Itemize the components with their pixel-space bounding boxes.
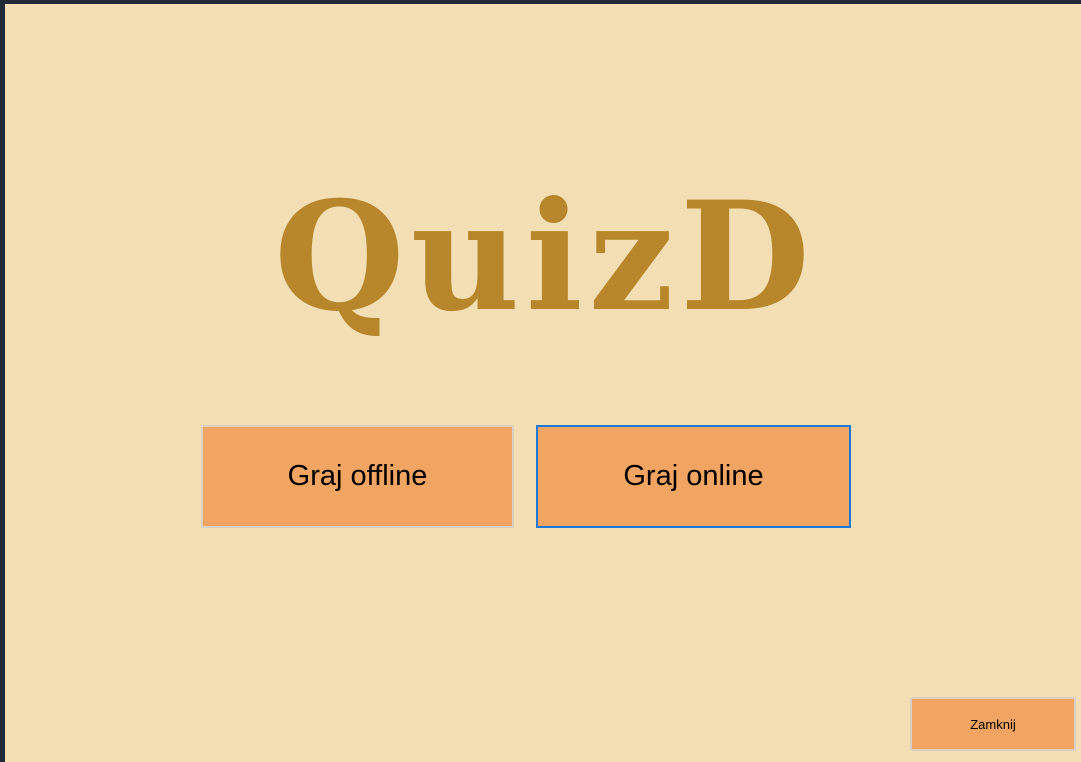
- close-button[interactable]: Zamknij: [910, 697, 1076, 751]
- play-offline-label: Graj offline: [287, 460, 428, 492]
- main-window: QuizD Graj offline Graj online Zamknij: [5, 4, 1081, 762]
- play-online-label: Graj online: [623, 460, 764, 492]
- logo-text: QuizD: [274, 169, 816, 339]
- play-offline-button[interactable]: Graj offline: [201, 425, 514, 528]
- play-online-button[interactable]: Graj online: [536, 425, 851, 528]
- app-logo: QuizD: [165, 169, 925, 339]
- close-label: Zamknij: [970, 716, 1016, 732]
- logo-graphic: QuizD: [274, 169, 816, 339]
